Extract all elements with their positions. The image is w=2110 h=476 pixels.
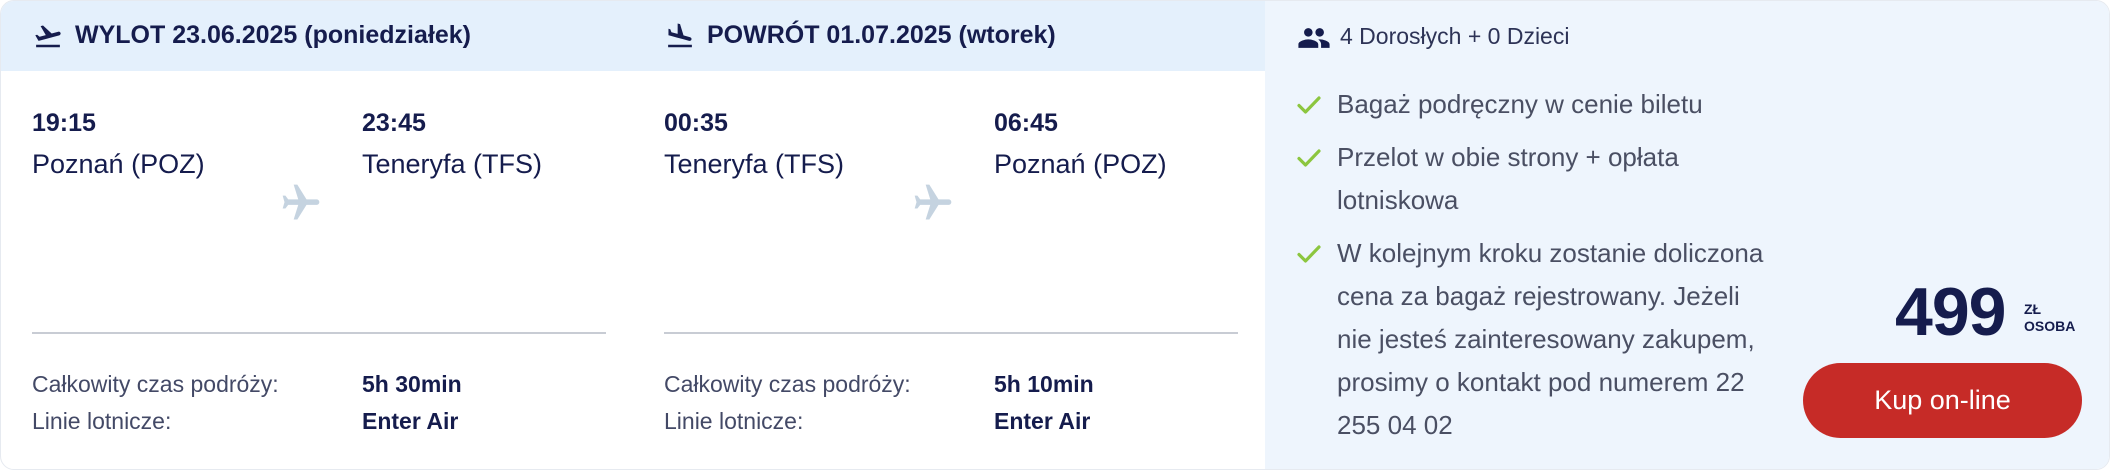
feature-text: Przelot w obie strony + opłata lotniskow…: [1337, 142, 1679, 215]
check-icon: [1297, 245, 1321, 263]
airline-label: Linie lotnicze:: [664, 408, 804, 434]
airplane-icon: [914, 184, 952, 220]
return-header: POWRÓT 01.07.2025 (wtorek): [633, 1, 1265, 71]
outbound-header: WYLOT 23.06.2025 (poniedziałek): [1, 1, 633, 71]
feature-text: W kolejnym kroku zostanie doliczona cena…: [1337, 238, 1764, 440]
plane-takeoff-icon: [35, 25, 61, 48]
outbound-departure-city: Poznań (POZ): [32, 149, 205, 179]
passengers-count: 4 Dorosłych + 0 Dzieci: [1340, 23, 1570, 49]
duration-value: 5h 10min: [994, 371, 1094, 397]
duration-label: Całkowity czas podróży:: [664, 371, 911, 397]
duration-value: 5h 30min: [362, 371, 462, 397]
return-arrival-city: Poznań (POZ): [994, 149, 1167, 179]
divider: [32, 332, 606, 334]
check-icon: [1297, 149, 1321, 167]
airline-value: Enter Air: [362, 408, 459, 434]
offer-summary-panel: 4 Dorosłych + 0 Dzieci Bagaż podręczny w…: [1265, 1, 2109, 469]
price-amount: 499: [1895, 274, 2006, 350]
outbound-departure-time: 19:15: [32, 109, 96, 137]
included-features-list: Bagaż podręczny w cenie biletu Przelot w…: [1297, 83, 1777, 457]
outbound-leg: WYLOT 23.06.2025 (poniedziałek) 19:15 23…: [1, 1, 633, 469]
check-icon: [1297, 96, 1321, 114]
outbound-arrival-city: Teneryfa (TFS): [362, 149, 543, 179]
outbound-arrival-time: 23:45: [362, 109, 426, 137]
plane-landing-icon: [668, 23, 692, 48]
feature-item: Bagaż podręczny w cenie biletu: [1297, 83, 1777, 126]
return-departure-city: Teneryfa (TFS): [664, 149, 845, 179]
feature-item: W kolejnym kroku zostanie doliczona cena…: [1297, 232, 1777, 447]
duration-label: Całkowity czas podróży:: [32, 371, 279, 397]
airline-label: Linie lotnicze:: [32, 408, 172, 434]
price-unit: ZŁ OSOBA: [2024, 301, 2075, 335]
feature-item: Przelot w obie strony + opłata lotniskow…: [1297, 136, 1777, 222]
feature-text: Bagaż podręczny w cenie biletu: [1337, 89, 1703, 119]
outbound-title: WYLOT 23.06.2025 (poniedziałek): [75, 21, 471, 49]
airplane-icon: [282, 184, 320, 220]
flight-offer-card: WYLOT 23.06.2025 (poniedziałek) 19:15 23…: [0, 0, 2110, 470]
passengers-icon: [1298, 28, 1330, 48]
return-leg: POWRÓT 01.07.2025 (wtorek) 00:35 06:45 T…: [633, 1, 1265, 469]
buy-online-button[interactable]: Kup on-line: [1803, 363, 2082, 438]
price-per: OSOBA: [2024, 318, 2076, 334]
divider: [664, 332, 1238, 334]
return-arrival-time: 06:45: [994, 109, 1058, 137]
return-title: POWRÓT 01.07.2025 (wtorek): [707, 21, 1056, 49]
price-currency: ZŁ: [2024, 301, 2042, 317]
return-departure-time: 00:35: [664, 109, 728, 137]
airline-value: Enter Air: [994, 408, 1091, 434]
